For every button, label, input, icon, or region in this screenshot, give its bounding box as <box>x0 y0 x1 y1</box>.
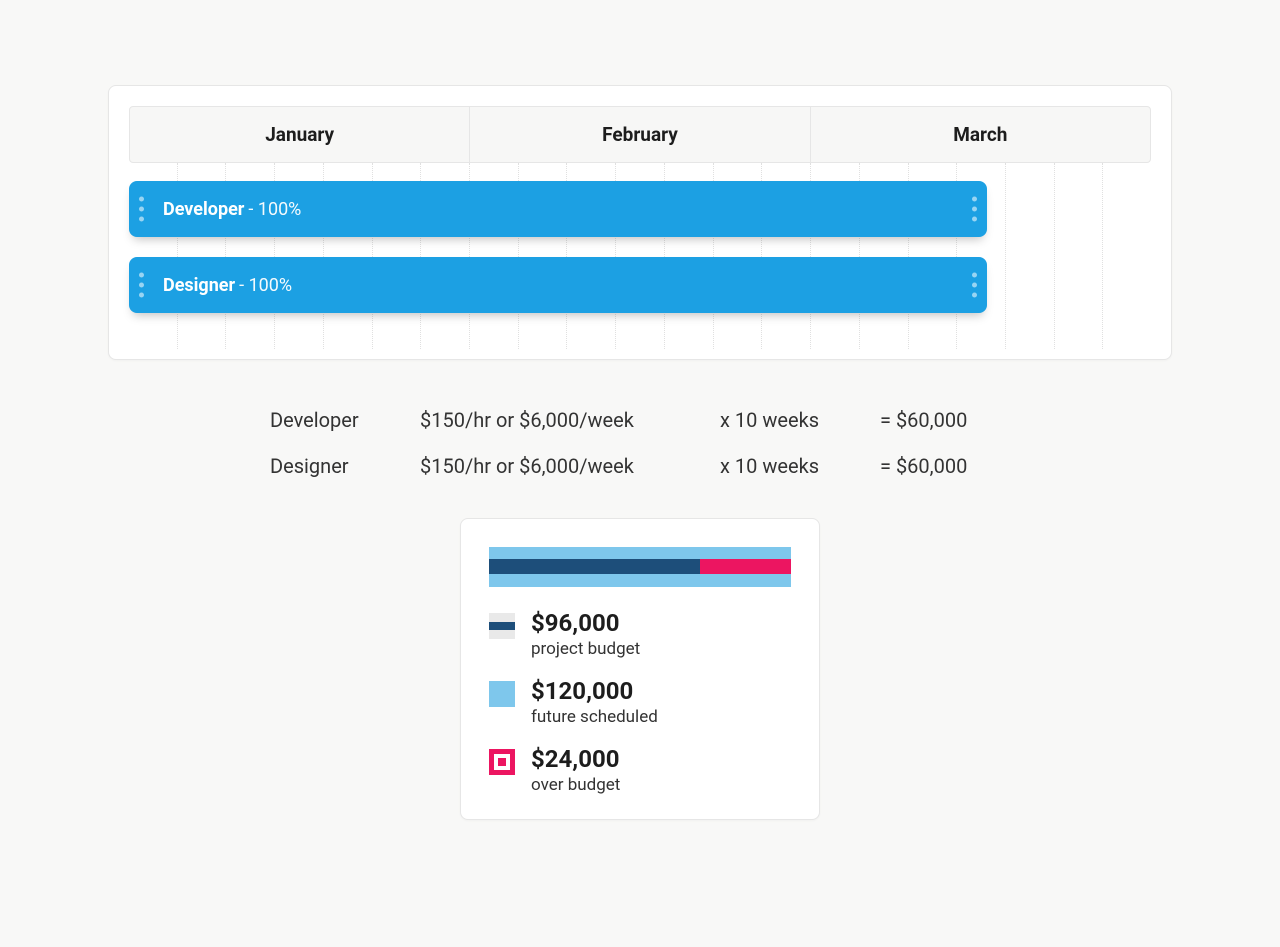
calc-role: Developer <box>270 408 420 432</box>
calc-row: Developer $150/hr or $6,000/week x 10 we… <box>270 408 1010 432</box>
calc-duration: x 10 weeks <box>720 454 880 478</box>
gantt-bar-allocation: - 100% <box>239 275 292 296</box>
drag-handle-icon[interactable] <box>139 273 144 298</box>
cost-calculation: Developer $150/hr or $6,000/week x 10 we… <box>270 408 1010 478</box>
gantt-bar-role: Designer <box>163 275 235 296</box>
legend-value: $120,000 <box>531 677 658 705</box>
month-cell: February <box>470 107 810 162</box>
swatch-project-icon <box>489 613 515 639</box>
gantt-month-header: January February March <box>129 106 1151 163</box>
drag-handle-icon[interactable] <box>972 273 977 298</box>
swatch-future-icon <box>489 681 515 707</box>
calc-rate: $150/hr or $6,000/week <box>420 408 720 432</box>
legend-project-budget: $96,000 project budget <box>489 609 791 659</box>
gantt-body: Developer - 100% Designer - 100% <box>129 163 1151 349</box>
budget-bar <box>489 547 791 587</box>
legend-label: over budget <box>531 775 620 795</box>
gantt-bar-developer[interactable]: Developer - 100% <box>129 181 987 237</box>
gantt-bar-allocation: - 100% <box>248 199 301 220</box>
calc-total: = $60,000 <box>880 454 1010 478</box>
gantt-card: January February March Developer - 100% … <box>108 85 1172 360</box>
month-cell: January <box>130 107 470 162</box>
legend-label: project budget <box>531 639 640 659</box>
gantt-bar-designer[interactable]: Designer - 100% <box>129 257 987 313</box>
legend-future-scheduled: $120,000 future scheduled <box>489 677 791 727</box>
legend-over-budget: $24,000 over budget <box>489 745 791 795</box>
legend-label: future scheduled <box>531 707 658 727</box>
swatch-over-icon <box>489 749 515 775</box>
budget-bar-over <box>700 559 791 574</box>
calc-role: Designer <box>270 454 420 478</box>
calc-row: Designer $150/hr or $6,000/week x 10 wee… <box>270 454 1010 478</box>
calc-duration: x 10 weeks <box>720 408 880 432</box>
calc-total: = $60,000 <box>880 408 1010 432</box>
budget-card: $96,000 project budget $120,000 future s… <box>460 518 820 820</box>
gantt-bar-role: Developer <box>163 199 244 220</box>
budget-bar-project <box>489 559 700 574</box>
calc-rate: $150/hr or $6,000/week <box>420 454 720 478</box>
legend-value: $24,000 <box>531 745 620 773</box>
drag-handle-icon[interactable] <box>139 197 144 222</box>
month-cell: March <box>811 107 1150 162</box>
drag-handle-icon[interactable] <box>972 197 977 222</box>
legend-value: $96,000 <box>531 609 640 637</box>
